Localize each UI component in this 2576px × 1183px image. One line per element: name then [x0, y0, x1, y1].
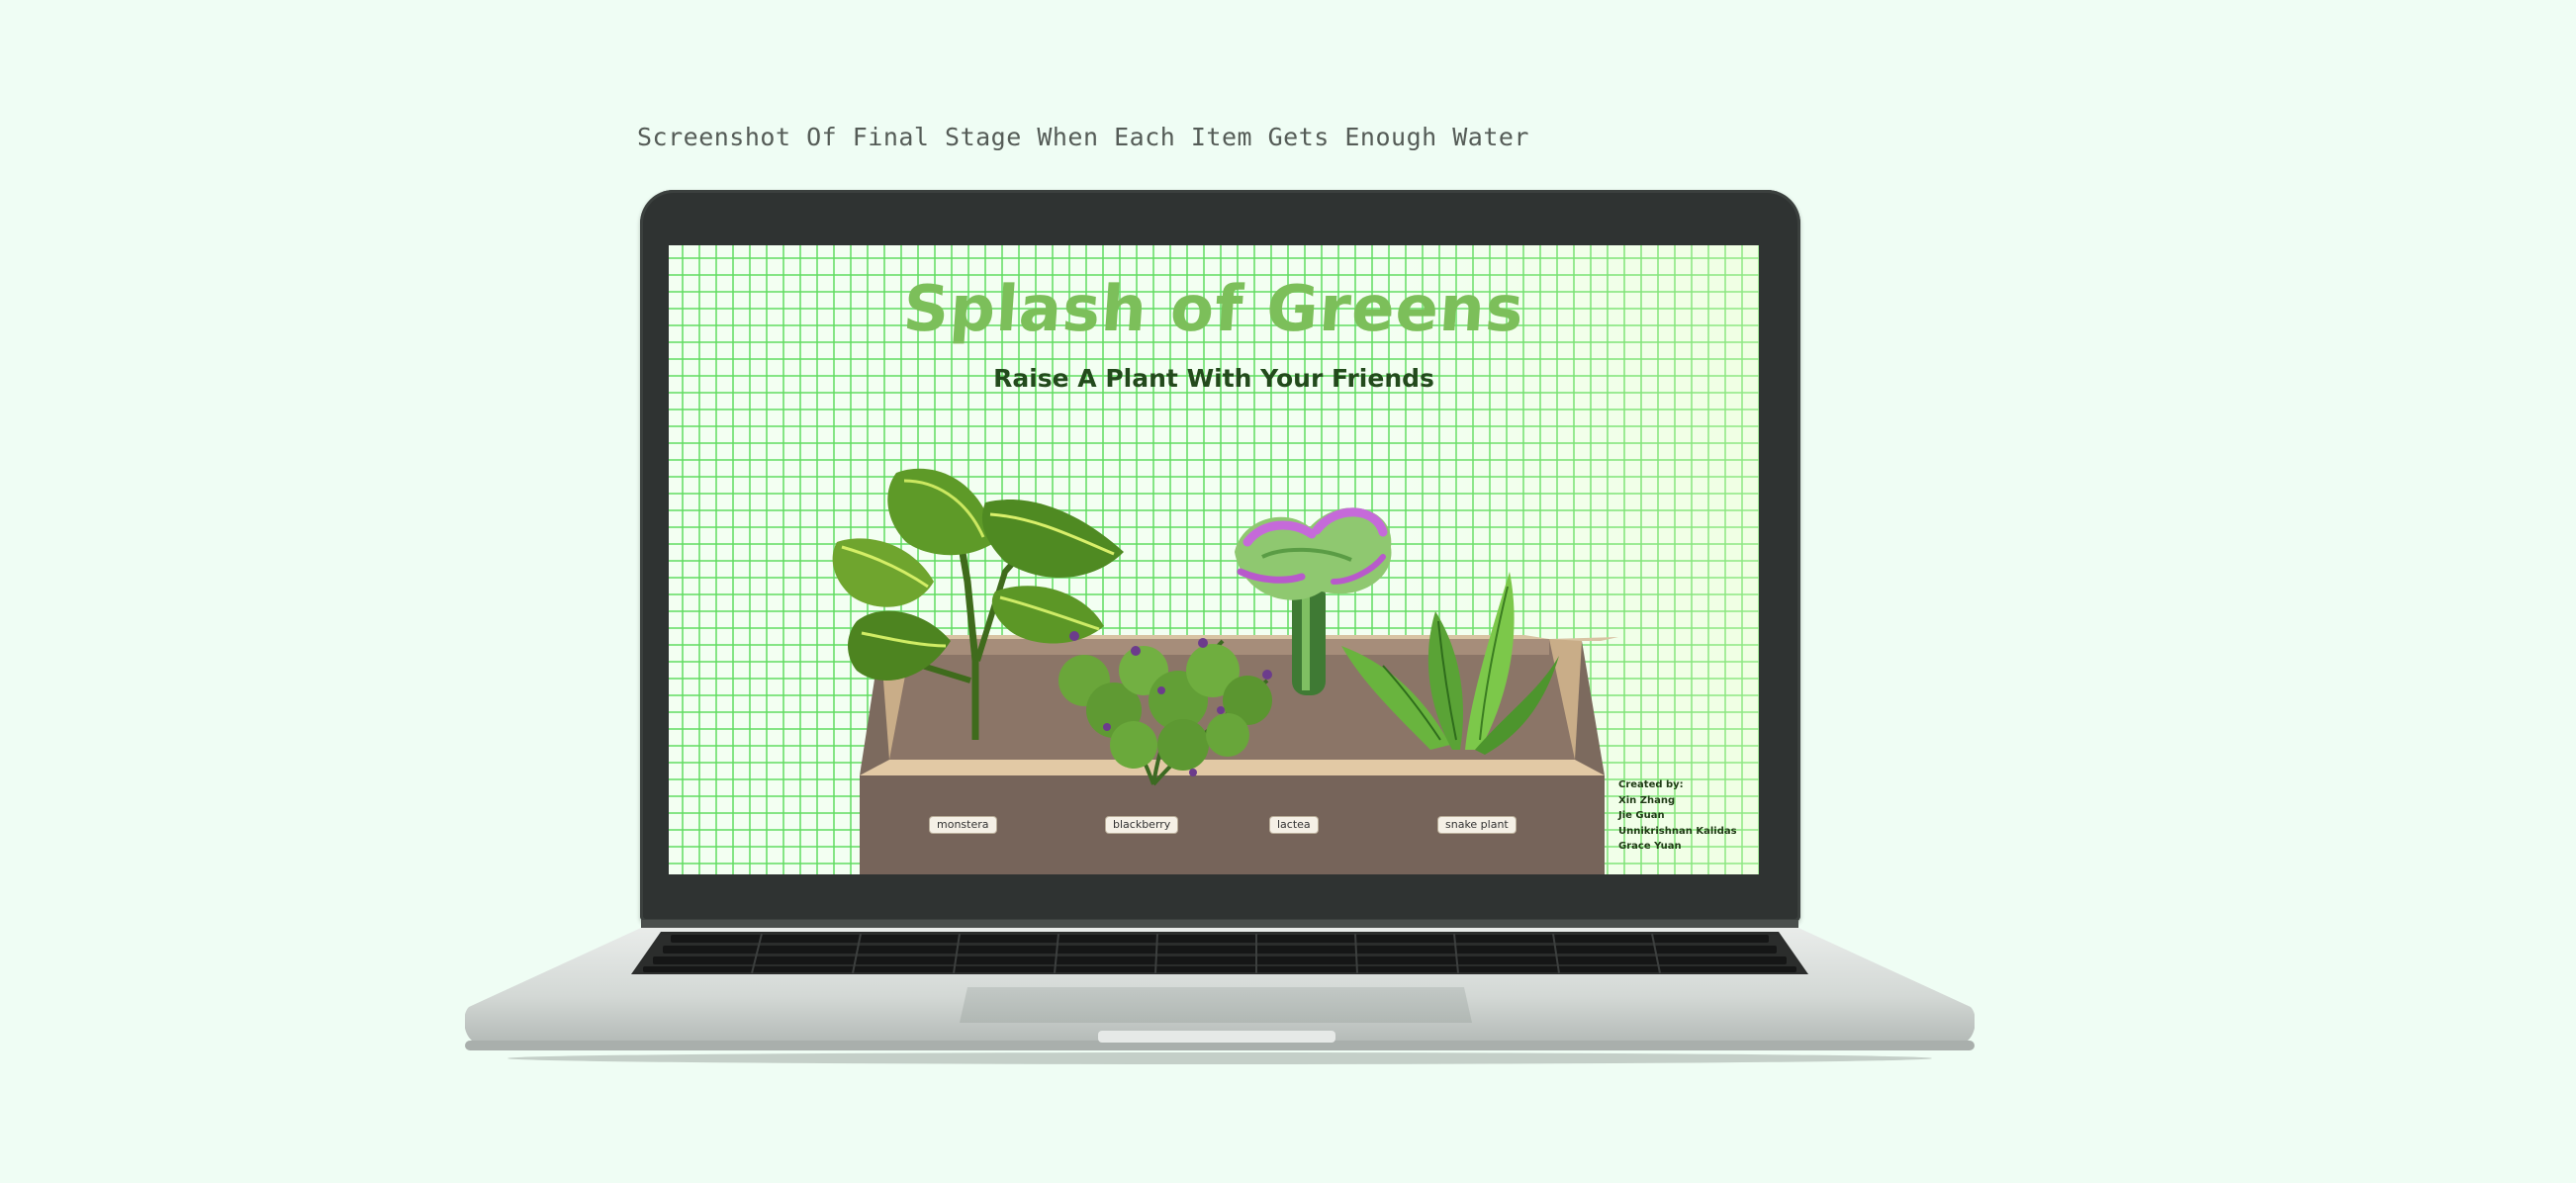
- laptop-base: [465, 920, 1975, 1064]
- credit-name: Xin Zhang: [1618, 794, 1676, 806]
- garden-illustration: [832, 468, 1618, 874]
- credits-heading: Created by:: [1618, 779, 1684, 790]
- tag-blackberry: blackberry: [1106, 817, 1178, 833]
- tag-monstera: monstera: [930, 817, 996, 833]
- credits: Created by: Xin Zhang Jie Guan Unnikrish…: [1618, 777, 1737, 855]
- keyboard: [631, 932, 1808, 974]
- tag-lactea: lactea: [1270, 817, 1318, 833]
- tag-snake-plant: snake plant: [1438, 817, 1516, 833]
- credit-name: Jie Guan: [1618, 810, 1665, 821]
- caption: Screenshot Of Final Stage When Each Item…: [637, 123, 1529, 151]
- laptop-screen: Splash of Greens Raise A Plant With Your…: [669, 245, 1759, 874]
- credit-name: Unnikrishnan Kalidas: [1618, 825, 1737, 837]
- credit-name: Grace Yuan: [1618, 841, 1682, 852]
- trackpad: [960, 987, 1472, 1023]
